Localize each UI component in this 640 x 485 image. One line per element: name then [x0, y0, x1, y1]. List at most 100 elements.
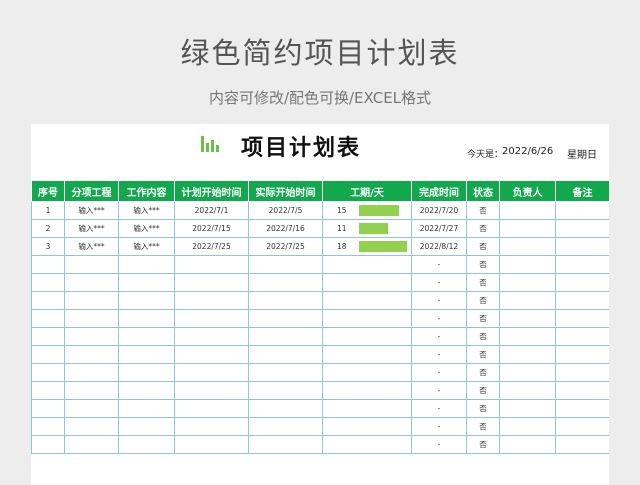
cell-finish[interactable]: - [411, 399, 467, 418]
cell-status[interactable]: 否 [466, 201, 500, 220]
cell-owner[interactable] [499, 273, 556, 292]
current-date[interactable]: 2022/6/26 [502, 146, 553, 157]
cell-finish[interactable]: 2022/7/27 [411, 219, 467, 238]
cell-plan-start[interactable] [174, 291, 249, 310]
cell-status[interactable]: 否 [466, 345, 500, 364]
cell-owner[interactable] [499, 363, 556, 382]
cell-note[interactable] [555, 363, 609, 382]
cell-owner[interactable] [499, 345, 556, 364]
cell-project[interactable] [64, 435, 119, 454]
cell-days[interactable] [322, 435, 412, 454]
cell-status[interactable]: 否 [466, 381, 500, 400]
cell-content[interactable] [118, 381, 175, 400]
cell-plan-start[interactable] [174, 417, 249, 436]
cell-plan-start[interactable] [174, 399, 249, 418]
cell-days[interactable] [322, 255, 412, 274]
cell-status[interactable]: 否 [466, 219, 500, 238]
cell-content[interactable] [118, 435, 175, 454]
cell-no[interactable] [31, 435, 65, 454]
cell-actual-start[interactable]: 2022/7/5 [248, 201, 323, 220]
cell-actual-start[interactable] [248, 417, 323, 436]
cell-note[interactable] [555, 219, 609, 238]
cell-owner[interactable] [499, 201, 556, 220]
cell-finish[interactable]: - [411, 345, 467, 364]
cell-days[interactable] [322, 327, 412, 346]
cell-days[interactable]: 11 [322, 219, 412, 238]
cell-status[interactable]: 否 [466, 255, 500, 274]
cell-days[interactable] [322, 345, 412, 364]
cell-content[interactable] [118, 417, 175, 436]
cell-owner[interactable] [499, 399, 556, 418]
cell-note[interactable] [555, 345, 609, 364]
cell-plan-start[interactable] [174, 363, 249, 382]
cell-status[interactable]: 否 [466, 435, 500, 454]
cell-plan-start[interactable] [174, 435, 249, 454]
cell-days[interactable]: 18 [322, 237, 412, 256]
cell-project[interactable] [64, 363, 119, 382]
cell-status[interactable]: 否 [466, 327, 500, 346]
cell-owner[interactable] [499, 381, 556, 400]
cell-content[interactable] [118, 273, 175, 292]
cell-actual-start[interactable] [248, 345, 323, 364]
cell-no[interactable] [31, 363, 65, 382]
cell-owner[interactable] [499, 291, 556, 310]
col-header-no[interactable]: 序号 [31, 180, 65, 202]
cell-finish[interactable]: - [411, 381, 467, 400]
cell-no[interactable] [31, 399, 65, 418]
cell-actual-start[interactable] [248, 273, 323, 292]
cell-actual-start[interactable]: 2022/7/16 [248, 219, 323, 238]
col-header-plan-start[interactable]: 计划开始时间 [174, 180, 249, 202]
cell-days[interactable] [322, 417, 412, 436]
cell-note[interactable] [555, 381, 609, 400]
cell-note[interactable] [555, 237, 609, 256]
col-header-days[interactable]: 工期/天 [322, 180, 412, 202]
col-header-actual-start[interactable]: 实际开始时间 [248, 180, 323, 202]
cell-owner[interactable] [499, 327, 556, 346]
cell-status[interactable]: 否 [466, 363, 500, 382]
cell-actual-start[interactable]: 2022/7/25 [248, 237, 323, 256]
cell-note[interactable] [555, 435, 609, 454]
cell-owner[interactable] [499, 255, 556, 274]
cell-project[interactable] [64, 309, 119, 328]
cell-owner[interactable] [499, 417, 556, 436]
cell-note[interactable] [555, 327, 609, 346]
cell-no[interactable] [31, 345, 65, 364]
cell-no[interactable] [31, 255, 65, 274]
cell-finish[interactable]: - [411, 363, 467, 382]
cell-finish[interactable]: - [411, 309, 467, 328]
cell-plan-start[interactable] [174, 309, 249, 328]
cell-actual-start[interactable] [248, 327, 323, 346]
cell-no[interactable] [31, 273, 65, 292]
col-header-status[interactable]: 状态 [466, 180, 500, 202]
cell-no[interactable] [31, 417, 65, 436]
cell-days[interactable] [322, 399, 412, 418]
cell-owner[interactable] [499, 237, 556, 256]
cell-no[interactable] [31, 309, 65, 328]
cell-plan-start[interactable] [174, 381, 249, 400]
cell-status[interactable]: 否 [466, 399, 500, 418]
cell-no[interactable]: 2 [31, 219, 65, 238]
cell-finish[interactable]: - [411, 291, 467, 310]
cell-status[interactable]: 否 [466, 273, 500, 292]
cell-content[interactable] [118, 345, 175, 364]
cell-content[interactable]: 输入*** [118, 219, 175, 238]
cell-project[interactable] [64, 399, 119, 418]
cell-finish[interactable]: - [411, 327, 467, 346]
cell-note[interactable] [555, 273, 609, 292]
cell-project[interactable] [64, 327, 119, 346]
cell-no[interactable] [31, 381, 65, 400]
cell-days[interactable] [322, 381, 412, 400]
cell-project[interactable] [64, 381, 119, 400]
cell-no[interactable] [31, 291, 65, 310]
cell-content[interactable]: 输入*** [118, 201, 175, 220]
cell-status[interactable]: 否 [466, 291, 500, 310]
cell-project[interactable]: 输入*** [64, 201, 119, 220]
cell-finish[interactable]: 2022/7/20 [411, 201, 467, 220]
cell-project[interactable] [64, 291, 119, 310]
cell-note[interactable] [555, 309, 609, 328]
cell-content[interactable] [118, 309, 175, 328]
cell-project[interactable]: 输入*** [64, 219, 119, 238]
cell-plan-start[interactable]: 2022/7/25 [174, 237, 249, 256]
cell-plan-start[interactable] [174, 255, 249, 274]
cell-content[interactable] [118, 363, 175, 382]
